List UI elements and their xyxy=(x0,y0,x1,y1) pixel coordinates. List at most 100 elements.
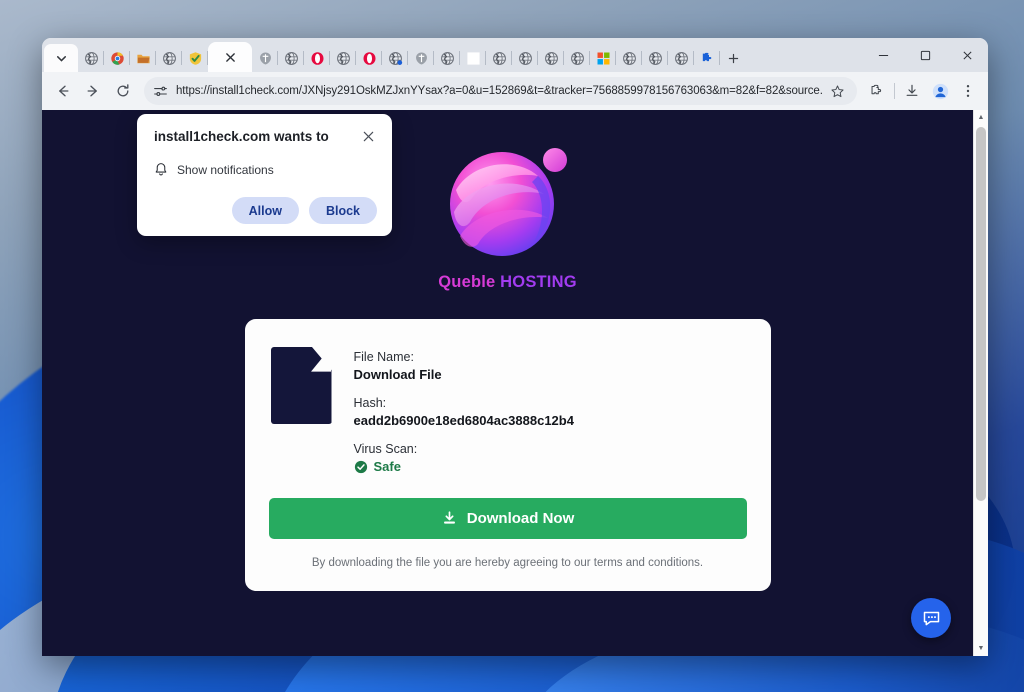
minimize-button[interactable] xyxy=(862,38,904,72)
tab-6[interactable] xyxy=(252,44,278,72)
brand-logo: Queble HOSTING xyxy=(438,132,577,292)
profile-avatar-icon xyxy=(932,83,948,99)
opera-icon xyxy=(363,51,375,65)
globe-icon xyxy=(336,51,350,65)
allow-button[interactable]: Allow xyxy=(231,197,299,224)
three-dot-menu-icon xyxy=(966,85,970,97)
tab-15[interactable] xyxy=(486,44,512,72)
globe-icon xyxy=(388,51,402,65)
tab-8[interactable] xyxy=(304,44,330,72)
tab-23[interactable] xyxy=(694,44,720,72)
disclaimer-text: By downloading the file you are hereby a… xyxy=(311,557,704,569)
scrollbar-thumb[interactable] xyxy=(976,127,986,501)
tab-17[interactable] xyxy=(538,44,564,72)
file-document-icon xyxy=(270,347,332,424)
popup-title: install1check.com wants to xyxy=(154,129,329,144)
chevron-down-icon xyxy=(56,55,66,62)
tab-19[interactable] xyxy=(590,44,616,72)
scroll-up-button[interactable]: ▲ xyxy=(974,110,988,125)
tab-22[interactable] xyxy=(668,44,694,72)
tab-7[interactable] xyxy=(278,44,304,72)
chat-bubble-icon xyxy=(923,611,939,625)
reload-icon xyxy=(117,84,129,97)
puzzle-piece-icon xyxy=(702,52,711,61)
extensions-button[interactable] xyxy=(863,77,891,105)
popup-close-button[interactable] xyxy=(360,129,377,146)
field-value: eadd2b6900e18ed6804ac3888c12b4 xyxy=(353,413,574,428)
field-hash: Hash: eadd2b6900e18ed6804ac3888c12b4 xyxy=(354,396,574,428)
tab-3[interactable] xyxy=(156,44,182,72)
browser-toolbar: https://install1check.com/JXNjsy291OskMZ… xyxy=(42,72,988,110)
close-window-button[interactable] xyxy=(946,38,988,72)
back-arrow-icon xyxy=(59,85,69,97)
download-now-label: Download Now xyxy=(466,510,575,527)
brand-name-part2: HOSTING xyxy=(495,273,577,291)
new-tab-button[interactable] xyxy=(720,44,746,72)
globe-icon xyxy=(518,51,532,65)
popup-request-text: Show notifications xyxy=(177,162,274,177)
tune-icon[interactable] xyxy=(153,84,168,99)
forward-button[interactable] xyxy=(78,76,108,106)
page-scrollbar[interactable]: ▲ ▼ xyxy=(973,110,988,656)
file-fields: File Name: Download File Hash: eadd2b690… xyxy=(354,347,574,474)
field-label: Hash: xyxy=(353,396,387,410)
block-button[interactable]: Block xyxy=(308,197,377,224)
back-button[interactable] xyxy=(48,76,78,106)
tab-search-button[interactable] xyxy=(44,44,78,72)
tab-1[interactable] xyxy=(104,44,130,72)
tab-4[interactable] xyxy=(182,44,208,72)
globe-icon xyxy=(84,51,98,65)
folder-icon xyxy=(136,54,150,63)
brand-name-part1: Queble xyxy=(438,273,496,291)
tab-10[interactable] xyxy=(356,44,382,72)
tab-list xyxy=(78,42,720,72)
popup-request-row: Show notifications xyxy=(154,162,377,177)
scroll-down-button[interactable]: ▼ xyxy=(974,641,988,656)
check-circle-icon xyxy=(354,460,367,473)
download-icon xyxy=(443,511,455,524)
tab-13[interactable] xyxy=(434,44,460,72)
download-now-button[interactable]: Download Now xyxy=(268,498,747,539)
page-viewport: Queble HOSTING File Name: Download File xyxy=(42,110,988,656)
tab-21[interactable] xyxy=(642,44,668,72)
active-tab[interactable] xyxy=(208,42,252,72)
maximize-icon xyxy=(920,50,930,60)
window-controls xyxy=(862,38,988,72)
bookmark-button[interactable] xyxy=(823,77,851,105)
bell-icon xyxy=(155,163,167,176)
close-icon[interactable] xyxy=(225,52,236,63)
url-text[interactable]: https://install1check.com/JXNjsy291OskMZ… xyxy=(176,85,823,97)
tab-14[interactable] xyxy=(460,44,486,72)
address-bar[interactable]: https://install1check.com/JXNjsy291OskMZ… xyxy=(144,77,857,105)
desktop: https://install1check.com/JXNjsy291OskMZ… xyxy=(0,0,1024,692)
tab-strip xyxy=(42,38,988,72)
field-virus-scan: Virus Scan: Safe xyxy=(354,442,574,474)
maximize-button[interactable] xyxy=(904,38,946,72)
field-value: Download File xyxy=(353,367,442,382)
chat-widget-button[interactable] xyxy=(911,598,951,638)
tab-18[interactable] xyxy=(564,44,590,72)
globe-icon xyxy=(440,51,454,65)
tab-0[interactable] xyxy=(78,44,104,72)
field-label: File Name: xyxy=(353,350,414,364)
profile-button[interactable] xyxy=(926,77,954,105)
microsoft-icon xyxy=(597,52,609,64)
card-top-row: File Name: Download File Hash: eadd2b690… xyxy=(269,347,747,474)
globe-icon xyxy=(492,51,506,65)
globe-icon xyxy=(622,51,636,65)
tab-16[interactable] xyxy=(512,44,538,72)
tab-2[interactable] xyxy=(130,44,156,72)
logo-svg xyxy=(449,148,567,256)
globe-icon xyxy=(544,51,558,65)
browser-menu-button[interactable] xyxy=(954,77,982,105)
queble-sphere-logo xyxy=(442,132,574,264)
tab-11[interactable] xyxy=(382,44,408,72)
notification-permission-popup: install1check.com wants to Show notifica… xyxy=(137,114,392,236)
tab-9[interactable] xyxy=(330,44,356,72)
tab-20[interactable] xyxy=(616,44,642,72)
tab-12[interactable] xyxy=(408,44,434,72)
globe-icon xyxy=(648,51,662,65)
reload-button[interactable] xyxy=(108,76,138,106)
globe-icon xyxy=(570,51,584,65)
downloads-button[interactable] xyxy=(898,77,926,105)
